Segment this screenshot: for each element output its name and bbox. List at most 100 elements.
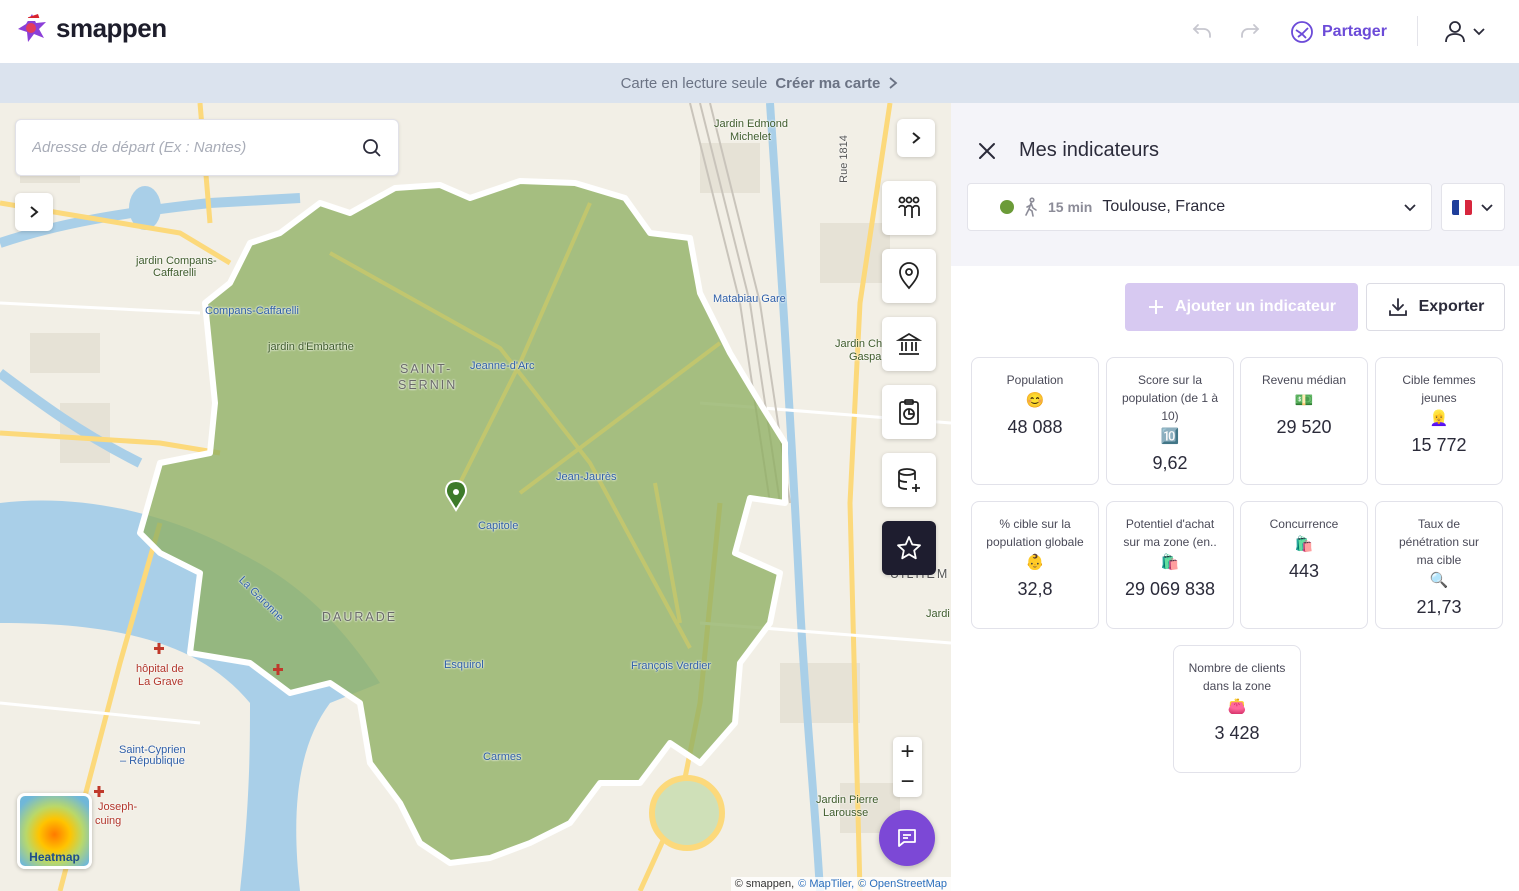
map-label: François Verdier [631, 660, 712, 672]
indicator-value: 48 088 [1007, 417, 1063, 437]
indicator-label: Potentiel d'achat sur ma zone (en.. [1123, 517, 1217, 549]
chevron-right-icon[interactable] [888, 76, 898, 90]
export-label: Exporter [1418, 298, 1485, 315]
indicator-icon: 🛍️ [1160, 554, 1180, 571]
chevron-down-icon [1473, 28, 1485, 36]
indicator-icon: 😊 [1025, 392, 1045, 409]
map-label: hôpital de [136, 663, 184, 675]
indicator-value: 29 520 [1276, 417, 1332, 437]
indicator-card[interactable]: Revenu médian 💵 29 520 [1240, 357, 1368, 485]
location-tool-button[interactable] [882, 249, 936, 303]
add-indicator-label: Ajouter un indicateur [1175, 298, 1336, 315]
map-label: Gaspar [849, 351, 886, 363]
map-label: Larousse [823, 807, 869, 819]
chat-icon [898, 829, 916, 847]
indicator-label: Score sur la population (de 1 à 10) [1121, 373, 1219, 423]
read-only-banner: Carte en lecture seule Créer ma carte [0, 63, 1519, 103]
indicator-label: Population [1006, 373, 1064, 387]
zoom-control[interactable]: + − [893, 737, 922, 797]
download-icon [1388, 298, 1407, 316]
map-attribution: © smappen, © MapTiler, © OpenStreetMap [730, 877, 951, 891]
share-button[interactable]: Partager [1290, 18, 1387, 46]
map-label: La Grave [138, 676, 184, 688]
map-label: SAINT- [400, 362, 453, 376]
attribution-maptiler-link[interactable]: © MapTiler, [798, 878, 854, 890]
chevron-right-icon [30, 206, 39, 218]
map-label: Jardin Edmond [714, 118, 788, 130]
indicator-card[interactable]: Potentiel d'achat sur ma zone (en.. 🛍️ 29 … [1106, 501, 1234, 629]
clipboard-chart-icon [899, 399, 919, 425]
create-map-link[interactable]: Créer ma carte [775, 75, 880, 92]
indicator-card[interactable]: Nombre de clients dans la zone 👛 3 428 [1173, 645, 1301, 773]
close-icon[interactable] [975, 139, 999, 163]
map-canvas[interactable] [0, 103, 951, 891]
redo-icon[interactable] [1238, 19, 1262, 43]
population-tool-button[interactable] [882, 181, 936, 235]
expand-left-button[interactable] [15, 193, 53, 231]
indicators-panel: Mes indicateurs 15 min Toulouse, France … [951, 103, 1519, 891]
chat-button[interactable] [879, 810, 935, 866]
indicator-card[interactable]: Cible femmes jeunes 👱‍♀️ 15 772 [1375, 357, 1503, 485]
attribution-osm-link[interactable]: © OpenStreetMap [858, 878, 947, 890]
database-add-icon [898, 468, 920, 492]
map-pin-icon [899, 262, 919, 290]
indicator-value: 32,8 [1017, 579, 1053, 599]
undo-icon[interactable] [1190, 19, 1214, 43]
indicator-card[interactable]: Taux de pénétration sur ma cible 🔍 21,73 [1375, 501, 1503, 629]
panel-header: Mes indicateurs 15 min Toulouse, France [951, 103, 1519, 266]
zoom-out-button[interactable]: − [900, 770, 914, 794]
favorites-tool-button[interactable] [882, 521, 936, 575]
add-data-tool-button[interactable] [882, 453, 936, 507]
header-divider [1417, 16, 1418, 46]
attribution-smappen: © smappen, [734, 878, 795, 890]
zone-color-dot [1000, 200, 1014, 214]
heatmap-toggle[interactable]: Heatmap [17, 793, 92, 869]
smappen-logo[interactable]: smappen [14, 8, 167, 48]
report-tool-button[interactable] [882, 385, 936, 439]
indicator-icon: 🔟 [1160, 428, 1180, 445]
map-label: Carmes [483, 751, 522, 763]
zone-name: Toulouse, France [1102, 198, 1226, 215]
map-label: Jardin Pierre [816, 794, 879, 806]
indicator-label: Nombre de clients dans la zone [1188, 661, 1286, 693]
search-icon[interactable] [362, 138, 382, 158]
map-label: Matabiau Gare [713, 293, 786, 305]
map-label: Joseph- [98, 801, 138, 813]
app-name: smappen [56, 12, 167, 43]
map-label: Jean-Jaurès [556, 471, 617, 483]
chevron-right-icon [912, 132, 921, 144]
indicator-card[interactable]: Score sur la population (de 1 à 10) 🔟 9,62 [1106, 357, 1234, 485]
banner-text: Carte en lecture seule [620, 74, 768, 92]
map-label: Michelet [730, 131, 771, 143]
indicator-card[interactable]: Concurrence 🛍️ 443 [1240, 501, 1368, 629]
search-input[interactable] [32, 139, 362, 156]
indicator-label: % cible sur la population globale [986, 517, 1084, 549]
institution-tool-button[interactable] [882, 317, 936, 371]
country-select[interactable] [1441, 183, 1505, 231]
people-icon [898, 196, 920, 218]
indicator-value: 3 428 [1214, 723, 1260, 743]
map-label: Compans-Caffarelli [205, 305, 299, 317]
indicator-card[interactable]: Population 😊 48 088 [971, 357, 1099, 485]
logo-icon [18, 14, 46, 42]
user-menu[interactable] [1444, 19, 1486, 43]
zone-select[interactable]: 15 min Toulouse, France [967, 183, 1432, 231]
zoom-in-button[interactable]: + [900, 740, 914, 764]
indicator-value: 9,62 [1152, 453, 1188, 473]
map-label: Jeanne-d'Arc [470, 360, 535, 372]
address-search[interactable] [15, 119, 399, 176]
export-button[interactable]: Exporter [1366, 283, 1505, 331]
indicator-label: Cible femmes jeunes [1402, 373, 1476, 405]
indicator-value: 443 [1288, 561, 1320, 581]
add-indicator-button[interactable]: Ajouter un indicateur [1125, 283, 1358, 331]
map-label: Jardin Cha [835, 338, 889, 350]
indicator-card[interactable]: % cible sur la population globale 👶 32,8 [971, 501, 1099, 629]
indicator-value: 29 069 838 [1124, 579, 1216, 599]
indicator-value: 15 772 [1411, 435, 1467, 455]
expand-right-button[interactable] [897, 119, 935, 157]
map-label: jardin d'Embarthe [268, 341, 354, 353]
map-view[interactable]: jardin Compans- Caffarelli Compans-Caffa… [0, 103, 951, 891]
bank-icon [896, 332, 922, 355]
plus-icon [1149, 300, 1164, 314]
map-label: jardin Compans- [136, 255, 217, 267]
